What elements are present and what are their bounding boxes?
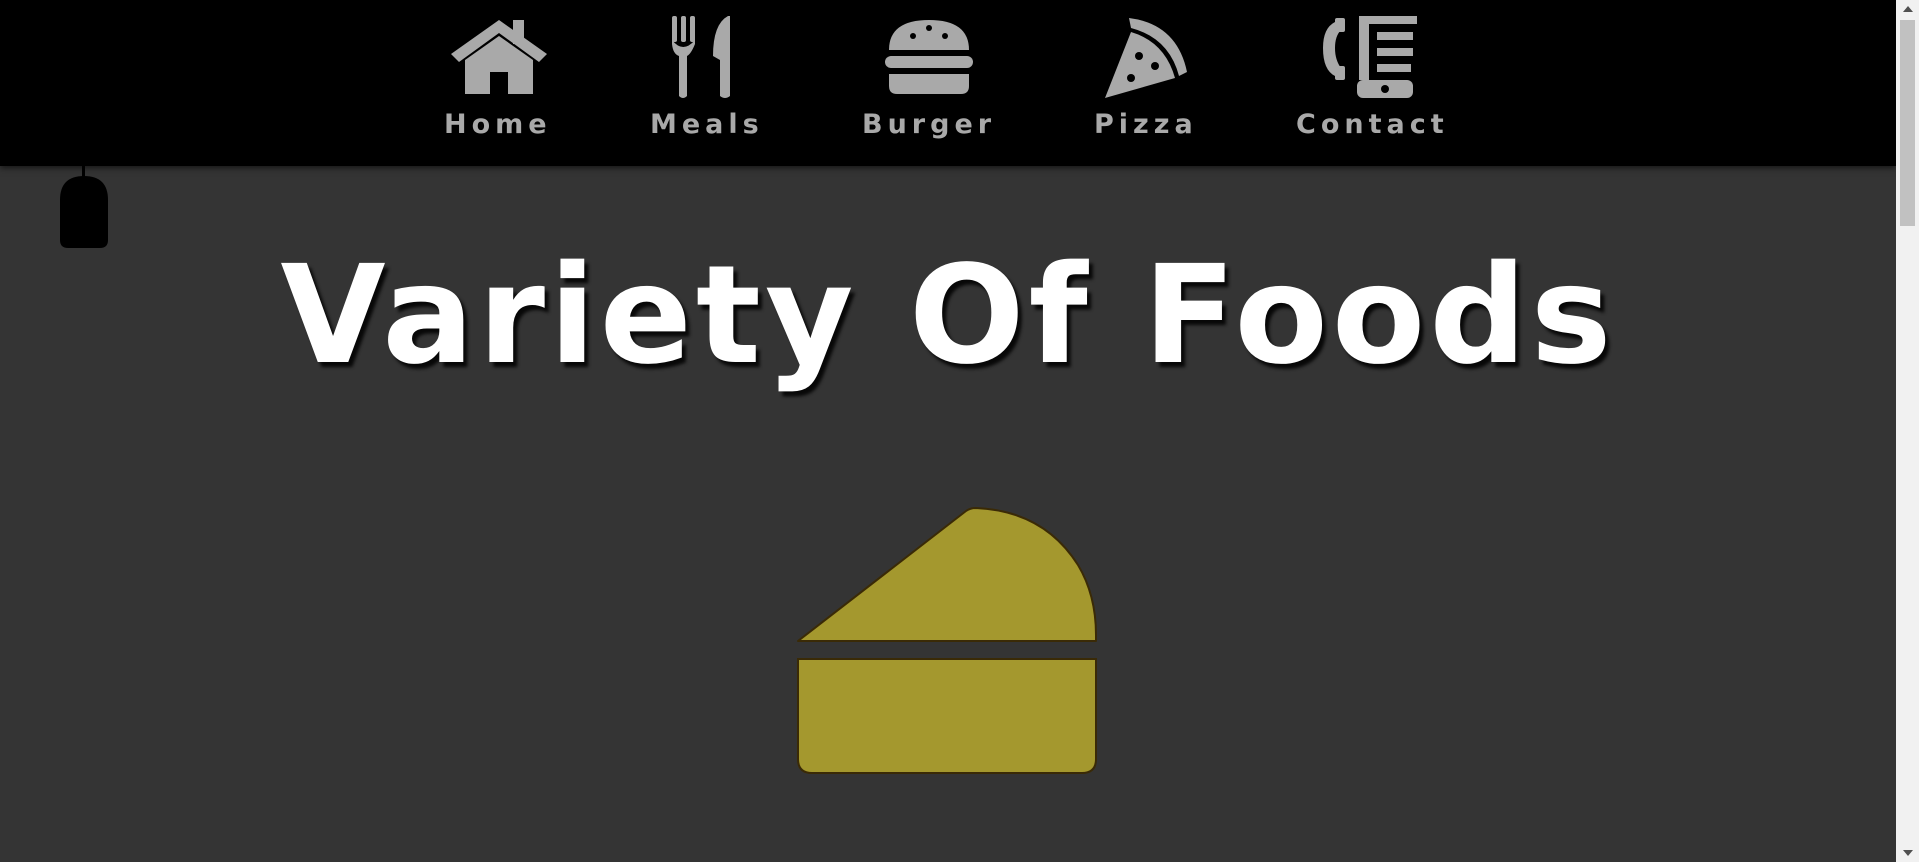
nav-label-pizza: Pizza [1094,109,1198,140]
vertical-scrollbar[interactable] [1896,0,1919,862]
cheese-wedge-icon [794,505,1100,777]
burger-icon [879,14,979,100]
nav-label-meals: Meals [650,109,764,140]
nav-item-burger[interactable]: Burger [862,0,991,166]
house-icon [449,14,549,100]
scroll-up-arrow-icon[interactable] [1896,0,1919,18]
page: Home Meals Burger Pizza Contact Variety … [0,0,1919,862]
top-navbar: Home Meals Burger Pizza Contact [0,0,1896,166]
nav-label-home: Home [444,109,552,140]
nav-label-contact: Contact [1296,109,1449,140]
phone-fax-icon [1321,14,1421,100]
page-title: Variety Of Foods [280,237,1616,395]
nav-item-meals[interactable]: Meals [650,0,759,166]
fork-knife-icon [658,14,758,100]
nav-item-home[interactable]: Home [444,0,549,166]
scroll-down-arrow-icon[interactable] [1896,844,1919,862]
pizza-slice-icon [1095,14,1195,100]
scrollbar-thumb[interactable] [1900,20,1915,226]
nav-label-burger: Burger [862,109,997,140]
nav-item-contact[interactable]: Contact [1296,0,1444,166]
nav-item-pizza[interactable]: Pizza [1094,0,1198,166]
